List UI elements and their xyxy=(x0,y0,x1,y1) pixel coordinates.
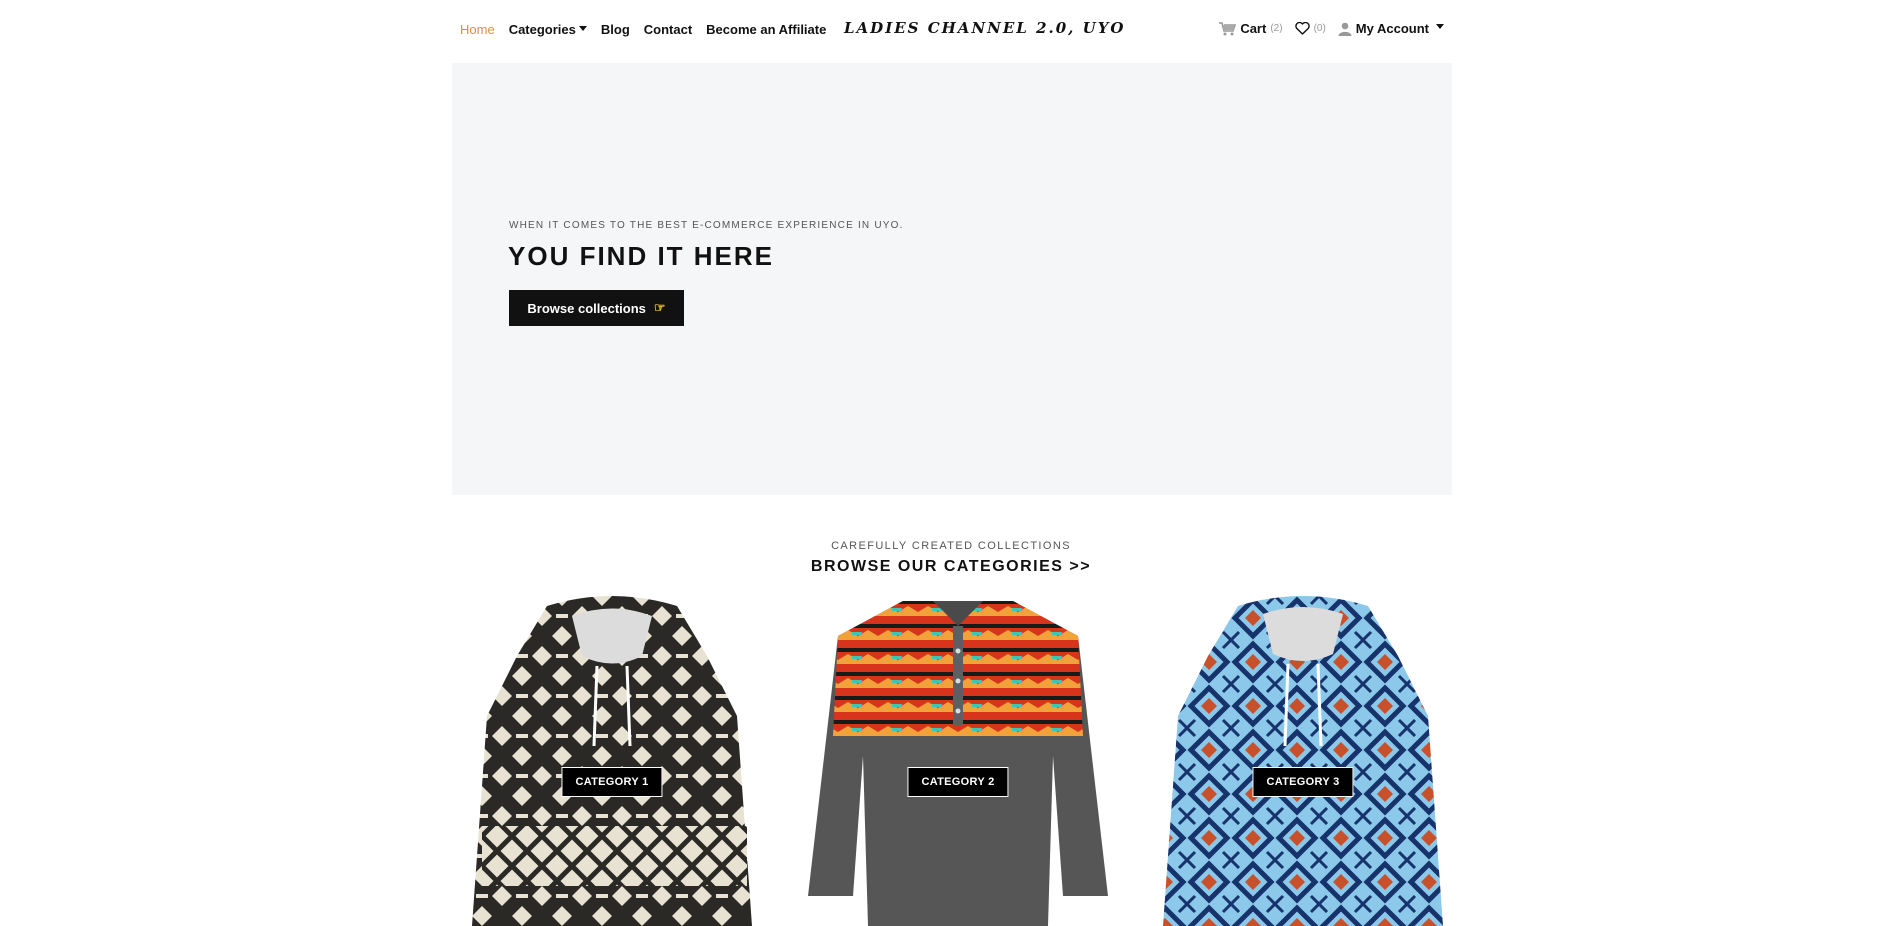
category-3-label: CATEGORY 3 xyxy=(1252,767,1354,797)
caret-down-icon xyxy=(578,26,587,32)
nav-affiliate-link[interactable]: Become an Affiliate xyxy=(706,22,826,37)
wishlist-link[interactable]: (0) xyxy=(1294,22,1326,35)
nav-contact-link[interactable]: Contact xyxy=(644,22,692,37)
nav-categories-dropdown[interactable]: Categories xyxy=(509,22,587,37)
browse-categories-heading[interactable]: BROWSE OUR CATEGORIES >> xyxy=(0,558,1902,576)
category-card-1[interactable]: CATEGORY 1 xyxy=(452,596,772,926)
my-account-label: My Account xyxy=(1355,21,1429,36)
hero-banner: WHEN IT COMES TO THE BEST E-COMMERCE EXP… xyxy=(452,63,1452,495)
wishlist-count-badge: (0) xyxy=(1313,23,1326,34)
cart-count-badge: (2) xyxy=(1270,23,1283,34)
caret-down-icon xyxy=(1436,24,1444,29)
site-brand-logo[interactable]: LADIES CHANNEL 2.0, UYO xyxy=(844,19,1125,37)
category-card-2[interactable]: CATEGORY 2 xyxy=(798,596,1118,926)
browse-collections-label: Browse collections xyxy=(527,300,646,316)
my-account-dropdown[interactable]: My Account xyxy=(1338,21,1444,36)
hero-title: YOU FIND IT HERE xyxy=(508,241,775,271)
top-navbar: Home Categories Blog Contact Become an A… xyxy=(452,0,1452,60)
category-2-label: CATEGORY 2 xyxy=(907,767,1009,797)
cart-label: Cart xyxy=(1240,21,1267,36)
heart-icon xyxy=(1294,22,1310,35)
nav-blog-link[interactable]: Blog xyxy=(601,22,630,37)
grey-henley-red-aztec-yoke-image xyxy=(808,601,1108,926)
nav-home-link[interactable]: Home xyxy=(460,22,495,37)
main-nav: Home Categories Blog Contact Become an A… xyxy=(460,22,826,37)
user-icon xyxy=(1338,22,1352,36)
user-nav: Cart (2) (0) My Account xyxy=(1219,21,1444,36)
hero-eyebrow: WHEN IT COMES TO THE BEST E-COMMERCE EXP… xyxy=(509,220,904,231)
category-1-label: CATEGORY 1 xyxy=(561,767,663,797)
section-eyebrow: CAREFULLY CREATED COLLECTIONS xyxy=(831,540,1071,552)
cart-link[interactable]: Cart (2) xyxy=(1219,21,1283,36)
nav-categories-label: Categories xyxy=(508,22,576,37)
black-cream-aztec-hoodie-image xyxy=(472,596,752,926)
pointing-hand-icon: ☞ xyxy=(653,300,666,315)
cart-icon xyxy=(1219,21,1237,36)
blue-aztec-hoodie-image xyxy=(1163,596,1443,926)
browse-collections-button[interactable]: Browse collections ☞ xyxy=(509,290,684,326)
category-card-3[interactable]: CATEGORY 3 xyxy=(1143,596,1463,926)
